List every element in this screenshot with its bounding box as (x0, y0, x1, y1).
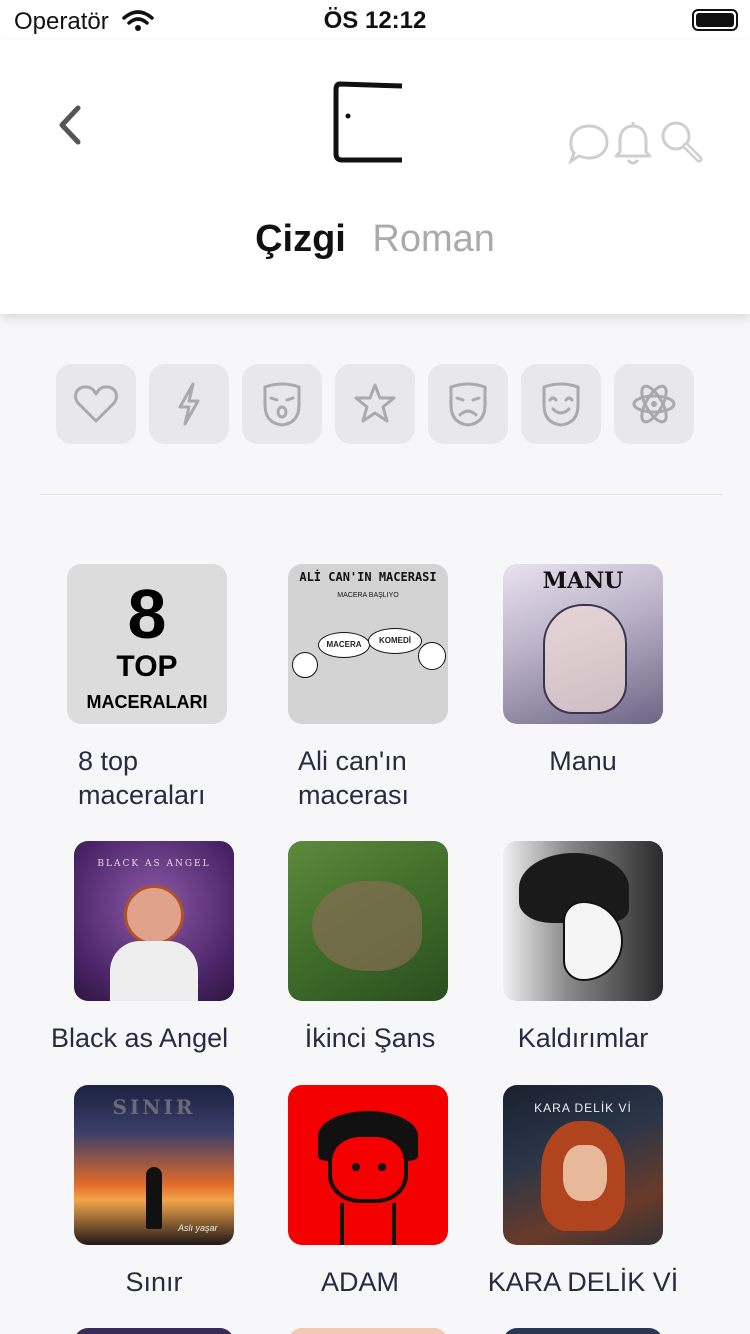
cover-figure-body (110, 941, 198, 1001)
cover-author: Aslı yaşar (178, 1223, 218, 1233)
cover-face (543, 604, 627, 714)
tab-cizgi[interactable]: Çizgi (255, 218, 346, 261)
cover-figure (124, 885, 184, 945)
bell-icon[interactable] (610, 118, 656, 166)
genre-scifi-button[interactable] (614, 364, 694, 444)
cover-bubble-komedi: KOMEDİ (368, 628, 422, 654)
cover-text-sinir: SINIR (112, 1095, 196, 1119)
battery-icon (692, 9, 738, 31)
comic-cover-ikinci-sans[interactable] (288, 841, 448, 1001)
status-bar: Operatör ÖS 12:12 (0, 0, 750, 40)
cover-text-maceralari: MACERALARI (86, 692, 208, 712)
comic-cover-black-as-angel[interactable]: BLACK AS ANGEL (74, 841, 234, 1001)
comic-cover-manu[interactable]: MANU (503, 564, 663, 724)
sad-mask-icon (449, 382, 487, 427)
comic-title[interactable]: Manu (503, 744, 663, 778)
clock: ÖS 12:12 (323, 7, 427, 34)
cover-face-left (292, 652, 318, 678)
cover-bubble-macera: MACERA (318, 632, 370, 658)
heart-icon (74, 385, 118, 423)
star-icon (354, 383, 396, 423)
cover-figure (146, 1167, 162, 1229)
genre-action-button[interactable] (149, 364, 229, 444)
cover-face (563, 1145, 607, 1201)
happy-mask-icon (542, 382, 580, 427)
comic-cover-partial[interactable] (74, 1328, 234, 1334)
comic-cover-adam[interactable] (288, 1085, 448, 1245)
chat-bubble-icon[interactable] (566, 118, 612, 166)
comic-cover-kara-delik[interactable]: KARA DELİK Vİ (503, 1085, 663, 1245)
cover-text-title: KARA DELİK Vİ (534, 1101, 632, 1115)
comic-cover-8-top[interactable]: 8 TOP MACERALARI (67, 564, 227, 724)
genre-filter-row (56, 364, 696, 444)
cover-head (328, 1133, 408, 1203)
cover-face-right (418, 642, 446, 670)
comic-cover-kaldirimlar[interactable] (503, 841, 663, 1001)
tab-roman[interactable]: Roman (372, 218, 495, 261)
comic-title[interactable]: 8 top maceraları (78, 744, 258, 812)
logo-icon[interactable] (330, 80, 410, 164)
comic-cover-ali-can[interactable]: ALİ CAN'IN MACERASI MACERA BAŞLIYO MACER… (288, 564, 448, 724)
comic-title[interactable]: Kaldırımlar (503, 1021, 663, 1055)
cover-text-title: BLACK AS ANGEL (97, 859, 211, 869)
header: Çizgi Roman (0, 40, 750, 314)
comic-cover-sinir[interactable]: SINIR Aslı yaşar (74, 1085, 234, 1245)
comic-title[interactable]: ADAM (280, 1265, 440, 1299)
divider (40, 494, 722, 495)
cover-text-top: TOP (116, 650, 178, 683)
cover-eye-right (378, 1163, 386, 1171)
cover-text-number: 8 (127, 575, 167, 653)
genre-comedy-button[interactable] (521, 364, 601, 444)
comic-title[interactable]: Sınır (74, 1265, 234, 1299)
cover-figure (312, 881, 422, 971)
comic-cover-partial[interactable] (288, 1328, 448, 1334)
cover-body (340, 1203, 396, 1245)
genre-drama-button[interactable] (428, 364, 508, 444)
comic-title[interactable]: Ali can'ın macerası (298, 744, 478, 812)
cover-text-subtitle: MACERA BAŞLIYO (337, 592, 399, 599)
atom-icon (632, 384, 676, 424)
shocked-mask-icon (263, 382, 301, 427)
comic-title[interactable]: İkinci Şans (290, 1021, 450, 1055)
cover-eye-left (352, 1163, 360, 1171)
genre-horror-button[interactable] (242, 364, 322, 444)
lightning-icon (178, 382, 200, 426)
comic-cover-partial[interactable] (503, 1328, 663, 1334)
comic-title[interactable]: Black as Angel (51, 1021, 261, 1055)
cover-text-manu: MANU (542, 568, 624, 594)
genre-fantasy-button[interactable] (335, 364, 415, 444)
category-tabs: Çizgi Roman (0, 218, 750, 261)
search-icon[interactable] (658, 118, 704, 166)
comic-title[interactable]: KARA DELİK Vİ (473, 1265, 693, 1299)
back-chevron-icon[interactable] (46, 100, 96, 150)
genre-romance-button[interactable] (56, 364, 136, 444)
cover-text-title: ALİ CAN'IN MACERASI (299, 570, 437, 584)
